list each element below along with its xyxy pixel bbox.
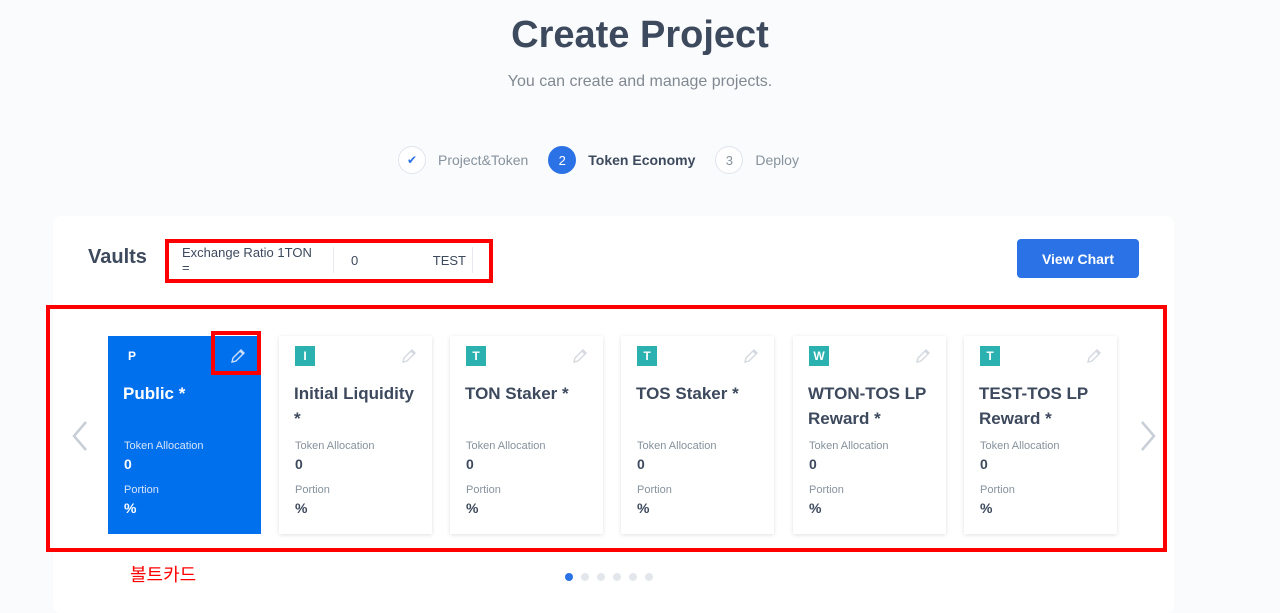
portion-value: % — [124, 500, 137, 516]
pagination-dot[interactable] — [597, 573, 605, 581]
token-allocation-label: Token Allocation — [980, 440, 1060, 452]
portion-value: % — [980, 500, 993, 516]
portion-value: % — [809, 500, 822, 516]
vault-badge: I — [295, 346, 315, 366]
token-allocation-label: Token Allocation — [466, 440, 546, 452]
vault-card-initial-liquidity[interactable]: I Initial Liquidity * Token Allocation 0… — [279, 336, 432, 534]
token-allocation-label: Token Allocation — [295, 440, 375, 452]
pencil-icon[interactable] — [914, 347, 932, 365]
vault-badge: T — [466, 346, 486, 366]
portion-value: % — [466, 500, 479, 516]
vault-card-test-tos-lp-reward[interactable]: T TEST-TOS LP Reward * Token Allocation … — [964, 336, 1117, 534]
step-project-token[interactable]: ✔ Project&Token — [398, 146, 528, 174]
highlight-edit-icon — [211, 331, 261, 375]
pencil-icon[interactable] — [571, 347, 589, 365]
vault-card-wton-tos-lp-reward[interactable]: W WTON-TOS LP Reward * Token Allocation … — [793, 336, 946, 534]
pagination-dot[interactable] — [565, 573, 573, 581]
token-allocation-value: 0 — [466, 456, 474, 472]
step-token-economy[interactable]: 2 Token Economy — [548, 146, 695, 174]
token-allocation-value: 0 — [124, 456, 132, 472]
vaults-title: Vaults — [88, 246, 147, 268]
portion-label: Portion — [637, 484, 672, 496]
step-label: Project&Token — [438, 152, 529, 168]
pencil-icon[interactable] — [742, 347, 760, 365]
vault-name: TON Staker * — [465, 384, 569, 403]
view-chart-button[interactable]: View Chart — [1017, 239, 1139, 278]
step-deploy[interactable]: 3 Deploy — [715, 146, 799, 174]
portion-label: Portion — [980, 484, 1015, 496]
vault-card-ton-staker[interactable]: T TON Staker * Token Allocation 0 Portio… — [450, 336, 603, 534]
pagination-dot[interactable] — [581, 573, 589, 581]
stepper: ✔ Project&Token 2 Token Economy 3 Deploy — [398, 145, 799, 175]
portion-label: Portion — [295, 484, 330, 496]
portion-value: % — [637, 500, 650, 516]
vault-name: Public * — [123, 384, 186, 403]
vault-name: WTON-TOS LP Reward * — [808, 384, 927, 428]
portion-label: Portion — [466, 484, 501, 496]
token-allocation-label: Token Allocation — [637, 440, 717, 452]
token-allocation-value: 0 — [637, 456, 645, 472]
pagination-dot[interactable] — [613, 573, 621, 581]
vault-badge: T — [637, 346, 657, 366]
step-label: Token Economy — [588, 152, 696, 168]
vault-badge: P — [127, 349, 136, 363]
page-title: Create Project — [511, 14, 769, 56]
highlight-exchange-ratio — [165, 239, 493, 283]
pagination-dot[interactable] — [645, 573, 653, 581]
vault-card-tos-staker[interactable]: T TOS Staker * Token Allocation 0 Portio… — [621, 336, 774, 534]
token-allocation-label: Token Allocation — [124, 440, 204, 452]
chevron-right-icon[interactable] — [1138, 420, 1158, 458]
step-number: 2 — [548, 146, 577, 174]
vault-name: Initial Liquidity * — [294, 384, 414, 428]
step-number: 3 — [715, 146, 744, 174]
pencil-icon[interactable] — [400, 347, 418, 365]
vault-badge: W — [809, 346, 829, 366]
vault-card-annotation: 볼트카드 — [130, 565, 197, 586]
token-allocation-value: 0 — [809, 456, 817, 472]
token-allocation-value: 0 — [980, 456, 988, 472]
token-allocation-value: 0 — [295, 456, 303, 472]
vault-name: TOS Staker * — [636, 384, 739, 403]
pagination-dot[interactable] — [629, 573, 637, 581]
vault-name: TEST-TOS LP Reward * — [979, 384, 1088, 428]
vault-badge: T — [980, 346, 1000, 366]
step-label: Deploy — [755, 152, 799, 168]
portion-label: Portion — [124, 484, 159, 496]
carousel-pagination — [565, 573, 653, 581]
check-icon: ✔ — [398, 146, 426, 174]
page-subtitle: You can create and manage projects. — [507, 73, 773, 90]
portion-label: Portion — [809, 484, 844, 496]
pencil-icon[interactable] — [1085, 347, 1103, 365]
portion-value: % — [295, 500, 308, 516]
chevron-left-icon[interactable] — [70, 420, 90, 458]
token-allocation-label: Token Allocation — [809, 440, 889, 452]
